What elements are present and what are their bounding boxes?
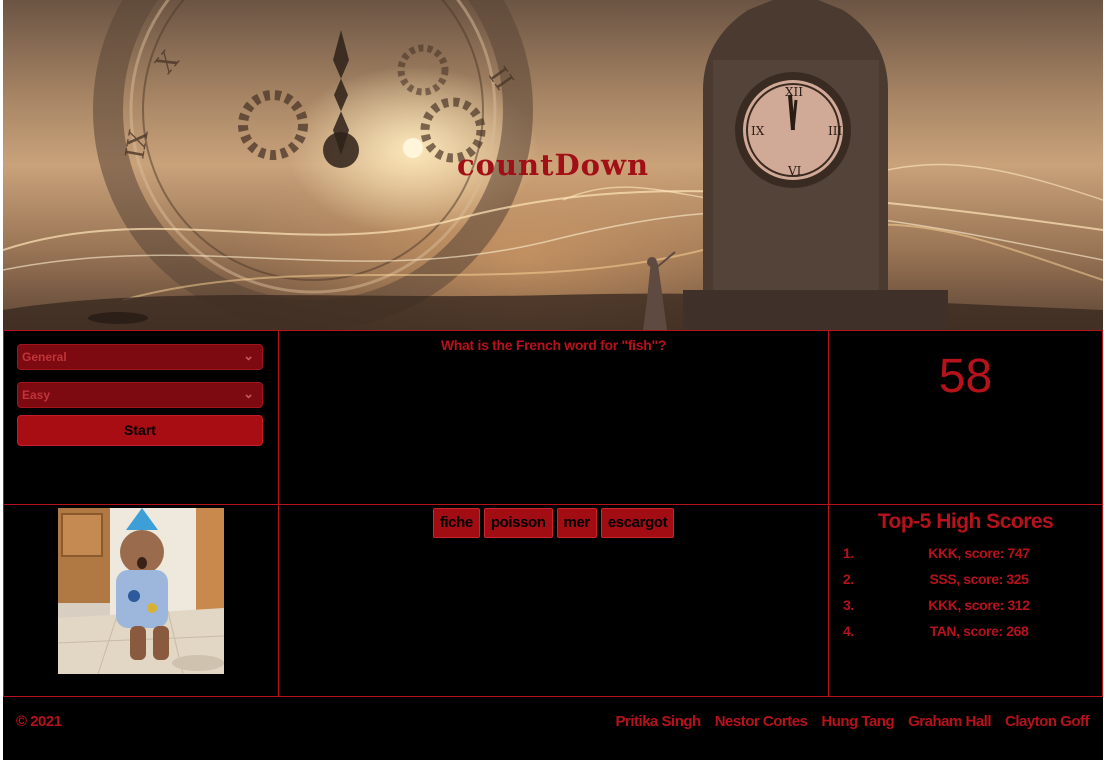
score-rank: 3.	[843, 597, 854, 613]
svg-text:X: X	[150, 46, 185, 80]
credit-link[interactable]: Pritika Singh	[616, 713, 702, 730]
svg-text:III: III	[828, 124, 842, 138]
footer: © 2021 Pritika Singh Nestor Cortes Hung Ta…	[3, 697, 1103, 760]
controls-panel: General ⌄ Easy ⌄ Start	[3, 330, 279, 505]
gif-panel	[3, 504, 279, 697]
difficulty-select[interactable]: Easy ⌄	[17, 382, 263, 408]
question-text: What is the French word for "fish"?	[440, 337, 667, 353]
score-rank: 4.	[843, 623, 854, 639]
answer-options: fiche poisson mer escargot	[279, 508, 828, 538]
answer-button[interactable]: escargot	[600, 508, 675, 538]
score-rank: 1.	[843, 545, 854, 561]
score-row: 1. KKK, score: 747	[829, 545, 1102, 565]
credit-link[interactable]: Nestor Cortes	[715, 713, 808, 730]
category-select-value: General	[22, 350, 67, 364]
answer-button[interactable]: fiche	[432, 508, 480, 538]
high-scores-title: Top-5 High Scores	[877, 510, 1054, 533]
credit-link[interactable]: Hung Tang	[821, 713, 894, 730]
category-select[interactable]: General ⌄	[17, 344, 263, 370]
score-text: KKK, score: 747	[928, 545, 1030, 561]
score-row: 2. SSS, score: 325	[829, 571, 1102, 591]
question-panel: What is the French word for "fish"?	[278, 330, 829, 505]
copyright: © 2021	[16, 713, 62, 730]
score-row: 4. TAN, score: 268	[829, 623, 1102, 643]
countdown-timer: 58	[938, 350, 993, 403]
answer-button[interactable]: mer	[556, 508, 597, 538]
credits: Pritika Singh Nestor Cortes Hung Tang Graha…	[602, 713, 1090, 730]
difficulty-select-value: Easy	[22, 388, 51, 402]
credit-link[interactable]: Clayton Goff	[1005, 713, 1090, 730]
answer-button[interactable]: poisson	[483, 508, 553, 538]
svg-text:XII: XII	[785, 85, 803, 99]
chevron-down-icon: ⌄	[243, 386, 254, 401]
high-scores-panel: Top-5 High Scores 1. KKK, score: 747 2. …	[828, 504, 1103, 697]
svg-text:IX: IX	[751, 124, 765, 138]
score-text: KKK, score: 312	[928, 597, 1030, 613]
reaction-gif	[58, 508, 224, 674]
start-button[interactable]: Start	[17, 415, 263, 446]
score-row: 3. KKK, score: 312	[829, 597, 1102, 617]
timer-panel: 58	[828, 330, 1103, 505]
credit-link[interactable]: Graham Hall	[908, 713, 991, 730]
site-title: countDown	[456, 148, 650, 182]
hero-banner: IX X II XII III VI IX countDown	[3, 0, 1103, 330]
page: IX X II XII III VI IX countDown General …	[3, 0, 1103, 760]
score-text: TAN, score: 268	[929, 623, 1029, 639]
score-text: SSS, score: 325	[929, 571, 1029, 587]
answers-panel: fiche poisson mer escargot	[278, 504, 829, 697]
chevron-down-icon: ⌄	[243, 348, 254, 363]
score-rank: 2.	[843, 571, 854, 587]
